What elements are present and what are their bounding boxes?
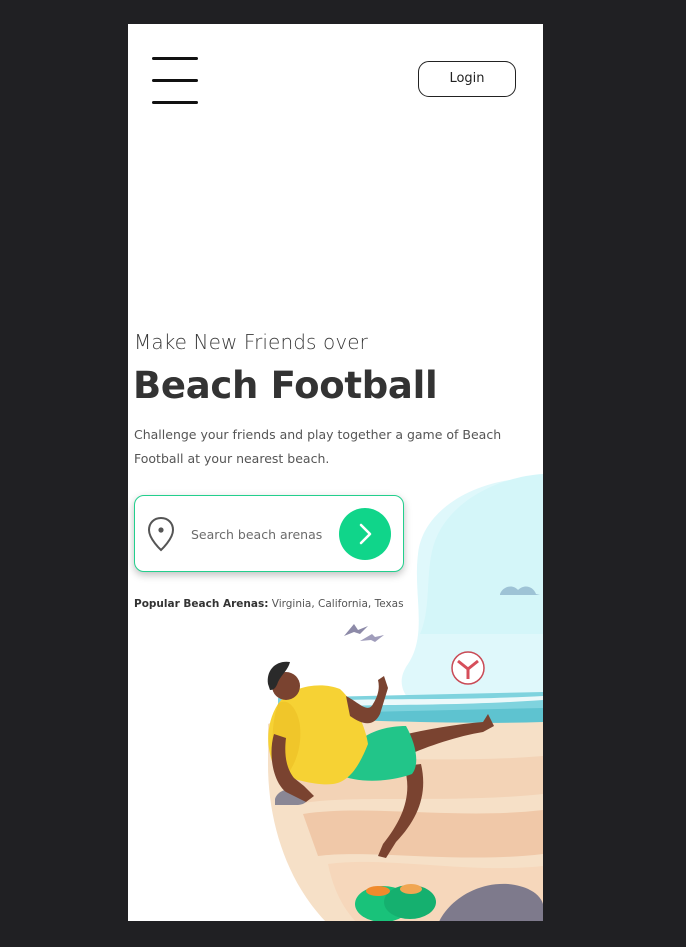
menu-bar xyxy=(152,101,198,104)
popular-label: Popular Beach Arenas: xyxy=(134,598,269,610)
chevron-right-icon xyxy=(359,523,372,545)
menu-icon[interactable] xyxy=(152,57,198,105)
popular-locations[interactable]: Virginia, California, Texas xyxy=(272,598,404,610)
hero-title: Beach Football xyxy=(133,364,438,407)
menu-bar xyxy=(152,57,198,60)
map-pin-icon xyxy=(147,516,175,552)
search-card xyxy=(134,495,404,572)
hero-description: Challenge your friends and play together… xyxy=(134,427,502,466)
menu-bar xyxy=(152,79,198,82)
popular-arenas: Popular Beach Arenas: Virginia, Californ… xyxy=(134,598,404,610)
hero-subtitle: Make New Friends over xyxy=(134,330,369,354)
login-button[interactable]: Login xyxy=(418,61,516,97)
app-screen: Login Make New Friends over Beach Footba… xyxy=(128,24,543,921)
search-submit-button[interactable] xyxy=(339,508,391,560)
search-input[interactable] xyxy=(191,520,331,548)
